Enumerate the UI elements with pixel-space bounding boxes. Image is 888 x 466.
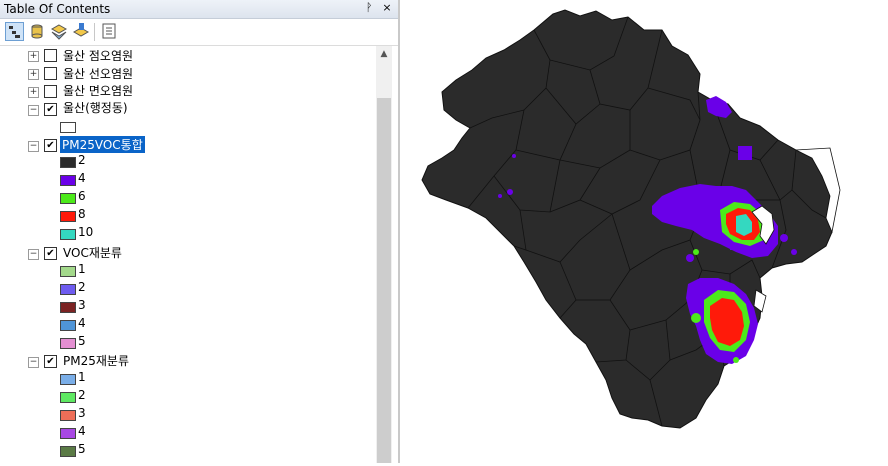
expand-icon[interactable]: + — [28, 51, 39, 62]
class-label: 3 — [78, 406, 86, 420]
layer-label[interactable]: VOC재분류 — [63, 244, 122, 261]
class-label: 4 — [78, 171, 86, 185]
legend-swatch — [60, 374, 76, 385]
class-label: 8 — [78, 207, 86, 221]
class-label: 2 — [78, 153, 86, 167]
legend-swatch — [60, 302, 76, 313]
class-label: 5 — [78, 442, 86, 456]
legend-swatch — [60, 193, 76, 204]
collapse-icon[interactable]: − — [28, 141, 39, 152]
layer-label[interactable]: 울산 면오염원 — [63, 82, 133, 99]
legend-swatch — [60, 392, 76, 403]
collapse-icon[interactable]: − — [28, 357, 39, 368]
layer-label[interactable]: 울산 점오염원 — [63, 47, 133, 64]
close-icon[interactable]: × — [380, 1, 394, 15]
class-label: 4 — [78, 316, 86, 330]
table-of-contents-panel: Table Of Contents ᚹ × + 울산 점오염원 + 울산 선오염… — [0, 0, 400, 463]
list-by-source-icon[interactable] — [28, 22, 46, 40]
legend-swatch — [60, 157, 76, 168]
class-label: 1 — [78, 262, 86, 276]
expand-icon[interactable]: + — [28, 69, 39, 80]
class-label: 1 — [78, 370, 86, 384]
class-label: 5 — [78, 334, 86, 348]
class-label: 10 — [78, 225, 94, 239]
class-label: 4 — [78, 424, 86, 438]
toc-scrollbar[interactable]: ▲ — [376, 46, 392, 463]
legend-swatch — [60, 428, 76, 439]
layer-label[interactable]: 울산 선오염원 — [63, 65, 133, 82]
layer-visibility-checkbox[interactable] — [44, 67, 57, 80]
map-view[interactable] — [400, 0, 888, 463]
layer-label[interactable]: PM25재분류 — [63, 352, 129, 369]
toolbar-separator — [94, 23, 95, 41]
legend-swatch — [60, 211, 76, 222]
list-by-drawing-order-icon[interactable] — [5, 22, 24, 41]
layer-label[interactable]: 울산(행정동) — [63, 99, 128, 116]
layer-visibility-checkbox[interactable] — [44, 49, 57, 62]
layer-visibility-checkbox[interactable] — [44, 85, 57, 98]
toc-title-bar: Table Of Contents ᚹ × — [0, 0, 398, 19]
class-label: 6 — [78, 189, 86, 203]
legend-swatch — [60, 338, 76, 349]
toc-toolbar — [0, 19, 398, 46]
options-icon[interactable] — [100, 22, 118, 40]
scrollbar-thumb[interactable] — [377, 98, 391, 463]
collapse-icon[interactable]: − — [28, 105, 39, 116]
list-by-selection-icon[interactable] — [72, 22, 90, 40]
class-label: 3 — [78, 298, 86, 312]
scroll-up-arrow-icon[interactable]: ▲ — [376, 46, 392, 62]
layer-visibility-checkbox[interactable]: ✔ — [44, 355, 57, 368]
legend-swatch — [60, 122, 76, 133]
legend-swatch — [60, 266, 76, 277]
class-label: 2 — [78, 388, 86, 402]
layer-visibility-checkbox[interactable]: ✔ — [44, 139, 57, 152]
legend-swatch — [60, 410, 76, 421]
map-canvas — [421, 9, 841, 429]
legend-swatch — [60, 284, 76, 295]
pin-icon[interactable]: ᚹ — [362, 1, 376, 15]
toc-title: Table Of Contents — [4, 2, 111, 16]
legend-swatch — [60, 175, 76, 186]
expand-icon[interactable]: + — [28, 87, 39, 98]
legend-swatch — [60, 320, 76, 331]
legend-swatch — [60, 229, 76, 240]
collapse-icon[interactable]: − — [28, 249, 39, 260]
legend-swatch — [60, 446, 76, 457]
layer-label-selected[interactable]: PM25VOC통합 — [60, 136, 145, 153]
layer-visibility-checkbox[interactable]: ✔ — [44, 103, 57, 116]
layer-visibility-checkbox[interactable]: ✔ — [44, 247, 57, 260]
class-label: 2 — [78, 280, 86, 294]
list-by-visibility-icon[interactable] — [50, 22, 68, 40]
